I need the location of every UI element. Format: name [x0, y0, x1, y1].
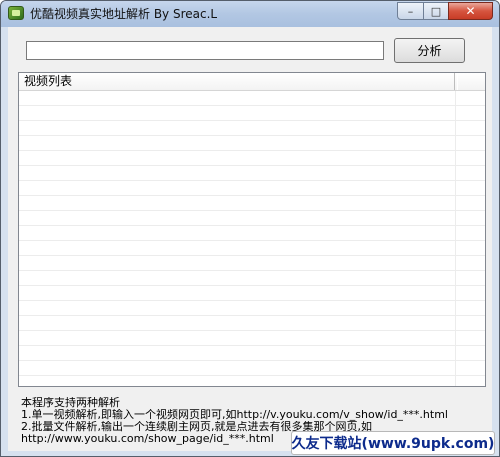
column-header-filler	[457, 73, 485, 90]
video-list[interactable]: 视频列表	[18, 72, 486, 387]
url-input[interactable]	[26, 41, 384, 60]
help-line-2: 1.单一视频解析,即输入一个视频网页即可,如http://v.youku.com…	[21, 409, 448, 421]
help-line-1: 本程序支持两种解析	[21, 397, 120, 409]
column-divider	[455, 91, 456, 386]
minimize-button[interactable]: –	[397, 2, 424, 20]
column-header-label: 视频列表	[24, 74, 73, 88]
analyze-button[interactable]: 分析	[394, 38, 465, 63]
client-area: 分析 视频列表 本程序支持两种解析 1.单一视频解析,即输入一个视频网页即可,如…	[8, 27, 492, 451]
title-bar[interactable]: 优酷视频真实地址解析 By Sreac.L – □ ✕	[1, 1, 499, 27]
watermark-text: 久友下载站(www.9upk.com)	[291, 436, 495, 452]
app-icon	[8, 6, 24, 20]
maximize-button[interactable]: □	[423, 2, 449, 20]
list-body[interactable]	[19, 91, 485, 386]
window-title: 优酷视频真实地址解析 By Sreac.L	[30, 7, 218, 21]
list-header: 视频列表	[19, 73, 485, 91]
close-button[interactable]: ✕	[448, 2, 493, 20]
column-header-video-list[interactable]: 视频列表	[19, 73, 455, 90]
main-window: 优酷视频真实地址解析 By Sreac.L – □ ✕ 分析 视频列表 本程序支…	[0, 0, 500, 457]
site-watermark: 久友下载站(www.9upk.com)	[291, 431, 495, 455]
